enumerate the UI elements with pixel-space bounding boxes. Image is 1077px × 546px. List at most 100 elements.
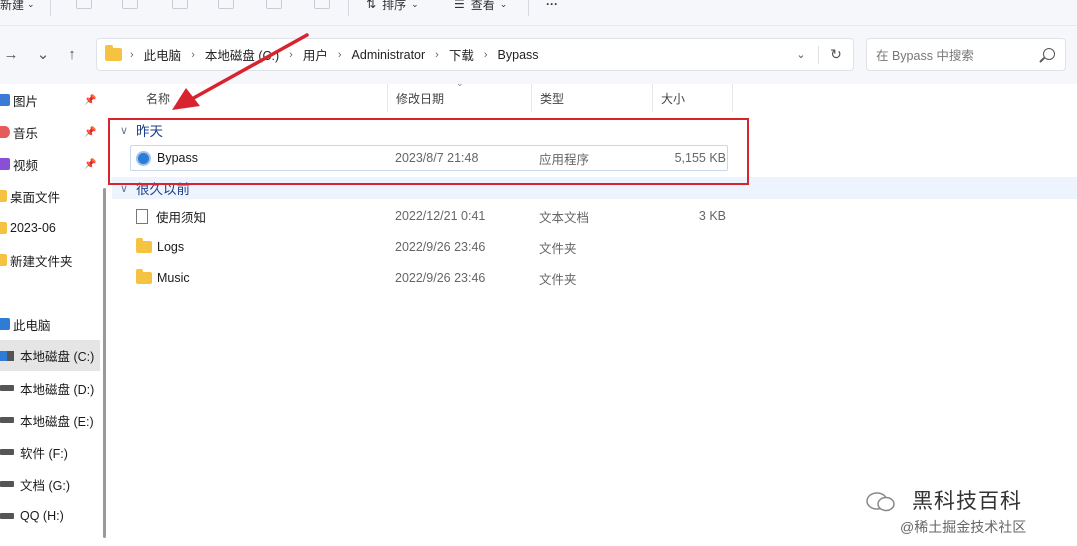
sidebar-item-drive-d[interactable]: 本地磁盘 (D:) [0,373,100,403]
drive-icon [0,481,14,487]
folder-icon [136,238,152,253]
column-header-size[interactable]: 大小 [653,84,733,112]
breadcrumb-item-users[interactable]: 用户 [303,45,328,64]
column-header-modified[interactable]: 修改日期 ⌄ [388,78,532,112]
sidebar-item-label: 视频 [13,158,39,173]
system-drive-icon [0,350,14,361]
address-bar[interactable]: › 此电脑 › 本地磁盘 (C:) › 用户 › Administrator ›… [96,38,854,71]
column-label: 大小 [661,91,686,106]
sidebar-item-label: 文档 (G:) [20,478,70,493]
new-button[interactable]: 新建 ⌄ [0,0,35,14]
column-header-name[interactable]: 名称 [138,84,388,112]
watermark-title: 黑科技百科 [912,490,1022,513]
drive-icon [0,449,14,455]
column-label: 名称 [146,91,171,106]
sidebar-item-label: 本地磁盘 (E:) [20,414,94,429]
address-actions: ⌄ ↻ [784,39,853,70]
view-label: 查看 [470,0,495,12]
column-header-type[interactable]: 类型 [532,84,653,112]
drive-icon [0,385,14,391]
sidebar-item-2023-06[interactable]: 2023-06 [0,213,100,243]
divider [348,0,349,16]
chevron-down-icon: ⌄ [411,0,419,9]
chevron-right-icon: › [191,48,195,61]
sidebar-item-label: 2023-06 [10,221,56,235]
refresh-icon[interactable]: ↻ [819,46,853,63]
breadcrumb-item-this-pc[interactable]: 此电脑 [144,45,182,64]
file-name: 使用须知 [156,210,207,225]
chevron-down-icon: ⌄ [36,46,50,63]
drive-icon [0,513,14,519]
column-label: 类型 [540,91,565,106]
computer-icon [0,318,10,330]
chevron-right-icon: › [435,48,439,61]
sort-button[interactable]: ⇅ 排序 ⌄ [366,0,419,14]
sidebar-item-desktop-files[interactable]: 桌面文件 [0,181,100,211]
sidebar-item-drive-e[interactable]: 本地磁盘 (E:) [0,405,100,435]
sidebar-item-label: 新建文件夹 [10,254,73,269]
cut-button[interactable] [76,0,92,12]
back-arrow-icon: → [3,45,19,63]
table-row[interactable]: Music 2022/9/26 23:46 文件夹 [112,264,1077,292]
folder-icon [0,222,7,234]
file-name-cell: 使用须知 [136,202,206,230]
breadcrumb-item-bypass[interactable]: Bypass [498,48,539,62]
music-icon [0,126,10,138]
pin-icon: 📌 [84,127,97,138]
sidebar-item-drive-f[interactable]: 软件 (F:) [0,437,100,467]
file-modified: 2022/12/21 0:41 [395,209,486,223]
up-button[interactable]: ↑ [63,45,81,63]
file-modified: 2022/9/26 23:46 [395,240,486,254]
table-row[interactable]: 使用须知 2022/12/21 0:41 文本文档 3 KB [112,202,1077,230]
navigation-bar: → ⌄ ↑ › 此电脑 › 本地磁盘 (C:) › 用户 › Administr… [0,26,1077,84]
view-button[interactable]: ☰ 查看 ⌄ [454,0,507,14]
more-button[interactable]: ··· [546,0,558,14]
sidebar-item-label: 本地磁盘 (D:) [20,382,95,397]
sidebar-item-label: QQ (H:) [20,509,64,523]
trash-icon [314,0,330,9]
search-placeholder: 在 Bypass 中搜索 [876,49,974,63]
file-name-cell: Music [136,264,190,292]
videos-icon [0,158,10,170]
cut-icon [76,0,92,9]
pin-icon: 📌 [84,95,97,106]
highlight-box [108,118,749,185]
watermark-subtitle: @稀土掘金技术社区 [900,519,1027,535]
back-button[interactable]: → [2,45,20,63]
more-icon: ··· [546,0,558,11]
share-button[interactable] [266,0,282,12]
sort-icon: ⇅ [366,0,377,11]
file-name: Logs [157,240,185,254]
sidebar-item-drive-h[interactable]: QQ (H:) [0,501,100,531]
table-row[interactable]: Logs 2022/9/26 23:46 文件夹 [112,233,1077,261]
sidebar-item-label: 软件 (F:) [20,446,68,461]
rename-button[interactable] [218,0,234,12]
sidebar-item-this-pc[interactable]: 此电脑 [0,309,100,339]
document-icon [136,208,148,224]
folder-icon [105,45,122,61]
recent-locations-button[interactable]: ⌄ [34,45,52,63]
breadcrumb-item-c-drive[interactable]: 本地磁盘 (C:) [205,45,279,64]
sidebar-item-videos[interactable]: 视频 📌 [0,149,100,179]
sidebar-item-drive-g[interactable]: 文档 (G:) [0,469,100,499]
folder-icon [0,190,7,202]
sidebar-item-new-folder[interactable]: 新建文件夹 [0,245,100,275]
share-icon [266,0,282,9]
sidebar-item-drive-c[interactable]: 本地磁盘 (C:) [0,340,100,371]
breadcrumb-item-downloads[interactable]: 下载 [449,45,474,64]
drive-icon [0,417,14,423]
view-icon: ☰ [454,0,465,11]
search-input[interactable]: 在 Bypass 中搜索 [866,38,1066,71]
sidebar-scrollbar[interactable] [103,188,106,538]
copy-button[interactable] [122,0,138,12]
paste-button[interactable] [172,0,188,12]
navigation-pane: 图片 📌 音乐 📌 视频 📌 桌面文件 2023-06 新建文件夹 此电脑 本地… [0,84,100,546]
sidebar-item-pictures[interactable]: 图片 📌 [0,85,100,115]
rename-icon [218,0,234,9]
delete-button[interactable] [314,0,330,12]
address-history-button[interactable]: ⌄ [784,48,818,61]
chevron-down-icon: ⌄ [499,0,508,9]
breadcrumb-item-administrator[interactable]: Administrator [352,48,426,62]
sidebar-item-music[interactable]: 音乐 📌 [0,117,100,147]
up-arrow-icon: ↑ [68,45,76,63]
